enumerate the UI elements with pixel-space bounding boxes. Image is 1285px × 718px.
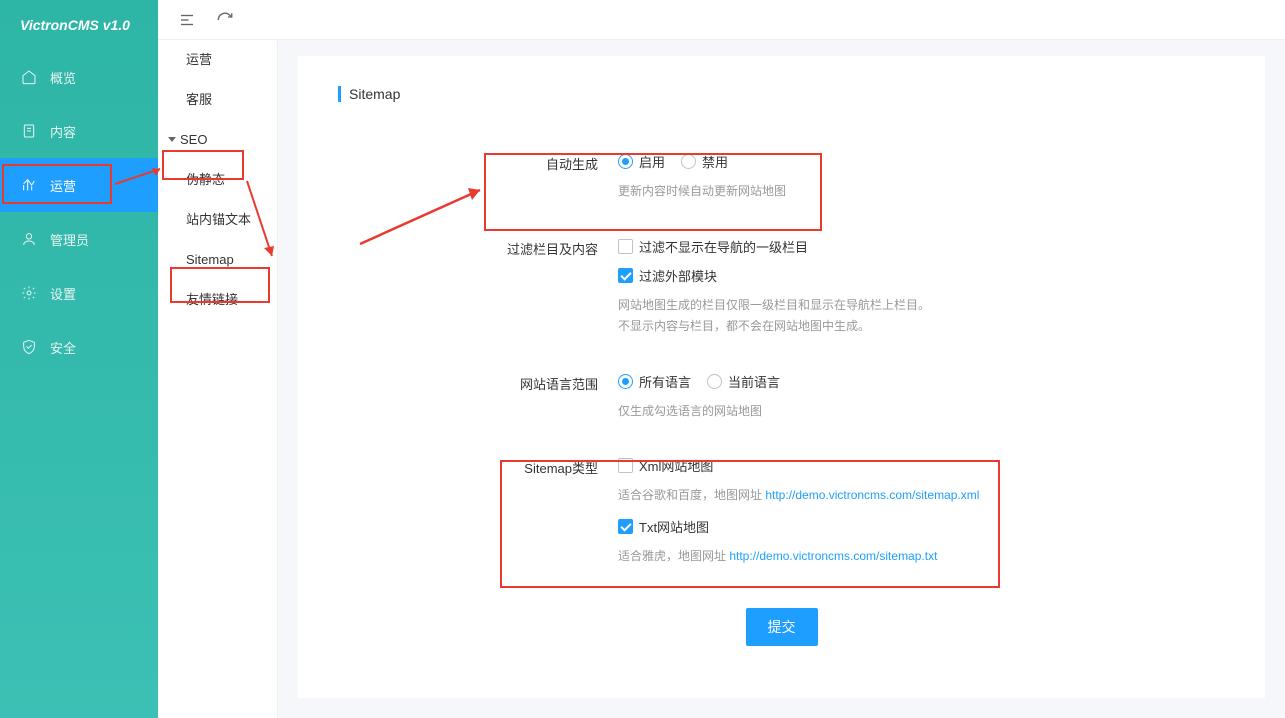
nav-label: 运营 [50, 176, 76, 195]
sub-sidebar: 运营 客服 SEO 伪静态 站内锚文本 Sitemap 友情链接 [158, 40, 278, 718]
collapse-icon[interactable] [178, 11, 196, 29]
row-lang: 网站语言范围 所有语言 当前语言 仅生成勾选语言的网站地图 [338, 372, 1225, 423]
row-autogen: 自动生成 启用 禁用 更新内容时候自动更新网站地图 [338, 152, 1225, 203]
nav-settings[interactable]: 设置 [0, 266, 158, 320]
nav-overview[interactable]: 概览 [0, 50, 158, 104]
radio-lang-current[interactable]: 当前语言 [707, 372, 780, 391]
link-xml[interactable]: http://demo.victroncms.com/sitemap.xml [765, 488, 979, 502]
sub-service[interactable]: 客服 [158, 80, 277, 120]
checkbox-label: 过滤外部模块 [639, 266, 717, 285]
nav-admin[interactable]: 管理员 [0, 212, 158, 266]
user-icon [20, 230, 38, 248]
radio-label: 所有语言 [639, 372, 691, 391]
nav-label: 设置 [50, 284, 76, 303]
sidebar: VictronCMS v1.0 概览 内容 运营 管理员 设置 安全 [0, 0, 158, 718]
check-filter-hidden[interactable]: 过滤不显示在导航的一级栏目 [618, 237, 808, 256]
content-panel: Sitemap 自动生成 启用 禁用 更新内容时候自动更新网站地图 过滤栏目及内… [298, 56, 1265, 698]
hint-txt: 适合雅虎，地图网址 http://demo.victroncms.com/sit… [618, 546, 1225, 568]
topbar [158, 0, 1285, 40]
radio-icon [681, 154, 696, 169]
sub-links[interactable]: 友情链接 [158, 280, 277, 320]
hint-xml: 适合谷歌和百度，地图网址 http://demo.victroncms.com/… [618, 485, 1225, 507]
sub-operate[interactable]: 运营 [158, 40, 277, 80]
hint-lang: 仅生成勾选语言的网站地图 [618, 401, 1225, 423]
row-filter: 过滤栏目及内容 过滤不显示在导航的一级栏目 过滤外部模块 网站地图生成的栏目仅限… [338, 237, 1225, 338]
page-title: Sitemap [338, 86, 1225, 102]
radio-icon [707, 374, 722, 389]
nav-label: 管理员 [50, 230, 89, 249]
gear-icon [20, 284, 38, 302]
checkbox-label: Xml网站地图 [639, 456, 713, 475]
check-filter-external[interactable]: 过滤外部模块 [618, 266, 717, 285]
nav-label: 概览 [50, 68, 76, 87]
radio-label: 禁用 [702, 152, 728, 171]
nav-operate[interactable]: 运营 [0, 158, 158, 212]
radio-lang-all[interactable]: 所有语言 [618, 372, 691, 391]
app-logo: VictronCMS v1.0 [0, 0, 158, 50]
radio-autogen-disable[interactable]: 禁用 [681, 152, 728, 171]
label-autogen: 自动生成 [338, 152, 618, 203]
radio-label: 启用 [639, 152, 665, 171]
radio-autogen-enable[interactable]: 启用 [618, 152, 665, 171]
check-type-xml[interactable]: Xml网站地图 [618, 456, 713, 475]
submit-button[interactable]: 提交 [746, 608, 818, 646]
label-lang: 网站语言范围 [338, 372, 618, 423]
checkbox-icon [618, 519, 633, 534]
shield-icon [20, 338, 38, 356]
sub-sitemap[interactable]: Sitemap [158, 240, 277, 280]
radio-icon [618, 374, 633, 389]
radio-label: 当前语言 [728, 372, 780, 391]
label-type: Sitemap类型 [338, 456, 618, 567]
home-icon [20, 68, 38, 86]
nav-label: 内容 [50, 122, 76, 141]
nav-label: 安全 [50, 338, 76, 357]
radio-icon [618, 154, 633, 169]
checkbox-label: Txt网站地图 [639, 517, 709, 536]
checkbox-label: 过滤不显示在导航的一级栏目 [639, 237, 808, 256]
sub-anchor[interactable]: 站内锚文本 [158, 200, 277, 240]
checkbox-icon [618, 458, 633, 473]
nav-security[interactable]: 安全 [0, 320, 158, 374]
link-txt[interactable]: http://demo.victroncms.com/sitemap.txt [729, 549, 937, 563]
checkbox-icon [618, 268, 633, 283]
nav-content[interactable]: 内容 [0, 104, 158, 158]
doc-icon [20, 122, 38, 140]
sub-seo[interactable]: SEO [158, 120, 277, 160]
check-type-txt[interactable]: Txt网站地图 [618, 517, 709, 536]
checkbox-icon [618, 239, 633, 254]
row-type: Sitemap类型 Xml网站地图 适合谷歌和百度，地图网址 http://de… [338, 456, 1225, 567]
hint-filter2: 不显示内容与栏目，都不会在网站地图中生成。 [618, 316, 1225, 338]
label-filter: 过滤栏目及内容 [338, 237, 618, 338]
hint-autogen: 更新内容时候自动更新网站地图 [618, 181, 1225, 203]
hint-filter1: 网站地图生成的栏目仅限一级栏目和显示在导航栏上栏目。 [618, 295, 1225, 317]
refresh-icon[interactable] [216, 11, 234, 29]
chart-icon [20, 176, 38, 194]
sub-rewrite[interactable]: 伪静态 [158, 160, 277, 200]
